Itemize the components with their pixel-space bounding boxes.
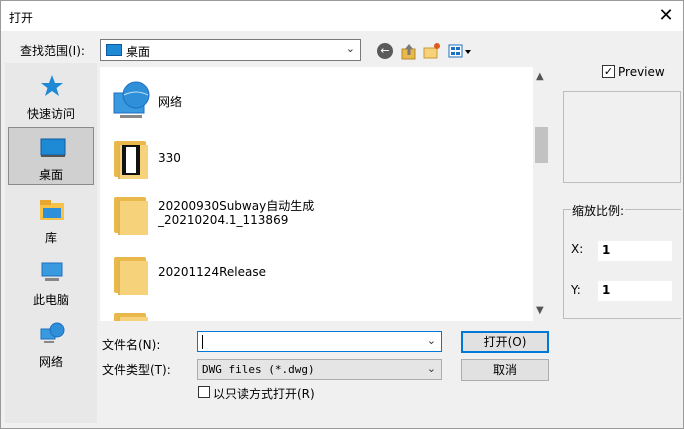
zoom-x-value: 1 — [598, 241, 672, 261]
readonly-checkbox[interactable] — [198, 386, 210, 398]
new-folder-icon — [423, 43, 440, 59]
preview-checkbox[interactable]: ✓ — [602, 65, 615, 78]
filename-input[interactable]: ⌄ — [197, 331, 442, 352]
place-label: 此电脑 — [32, 293, 69, 307]
network-globe-icon — [113, 81, 150, 118]
vertical-scrollbar[interactable]: ▲ ▼ — [533, 67, 550, 321]
star-icon — [41, 75, 63, 96]
place-network[interactable]: 网络 — [8, 315, 94, 373]
back-button[interactable]: ← — [375, 41, 395, 61]
filename-label: 文件名(N): — [102, 338, 161, 352]
list-item[interactable] — [106, 303, 526, 321]
file-list: 网络 330 20200930Subway自动生成 _20210204.1_11… — [100, 67, 550, 321]
look-in-value: 桌面 — [126, 45, 151, 59]
open-dialog: 打开 ✕ 查找范围(I): 桌面 ⌄ ← 快速访问 桌面 库 此电脑 网络 网络… — [0, 0, 684, 429]
network-icon — [40, 322, 65, 343]
scroll-thumb[interactable] — [535, 127, 548, 163]
file-name: 网络 — [158, 95, 183, 109]
list-item[interactable]: 网络 — [106, 75, 526, 127]
chevron-down-icon[interactable]: ⌄ — [427, 334, 436, 347]
list-item[interactable]: 20201124Release — [106, 247, 526, 299]
place-quick-access[interactable]: 快速访问 — [8, 67, 94, 125]
desktop-icon — [106, 44, 122, 56]
places-bar: 快速访问 桌面 库 此电脑 网络 — [5, 63, 97, 423]
text-caret — [202, 335, 203, 349]
computer-icon — [41, 262, 63, 281]
place-desktop[interactable]: 桌面 — [8, 127, 94, 185]
cancel-button[interactable]: 取消 — [461, 359, 549, 381]
library-icon — [40, 200, 64, 220]
scroll-up-icon[interactable]: ▲ — [536, 71, 544, 82]
place-library[interactable]: 库 — [8, 191, 94, 249]
folder-icon — [112, 251, 150, 295]
up-folder-icon — [401, 44, 416, 60]
look-in-combo[interactable]: 桌面 ⌄ — [100, 39, 361, 61]
file-name: 330 — [158, 151, 181, 165]
filetype-value: DWG files (*.dwg) — [202, 363, 315, 376]
preview-label: Preview — [618, 65, 665, 79]
folder-icon — [112, 191, 150, 235]
folder-icon — [112, 307, 150, 321]
desktop-icon — [40, 138, 66, 157]
views-icon — [448, 44, 471, 58]
zoom-x-label: X: — [571, 242, 584, 256]
up-folder-button[interactable] — [399, 41, 419, 61]
window-title: 打开 — [9, 11, 34, 25]
filetype-select[interactable]: DWG files (*.dwg) ⌄ — [197, 359, 442, 380]
file-name-line1: 20200930Subway自动生成 — [158, 199, 315, 213]
look-in-label: 查找范围(I): — [20, 44, 85, 58]
zoom-group — [563, 209, 681, 319]
close-button[interactable]: ✕ — [649, 1, 683, 31]
file-name-line2: _20210204.1_113869 — [158, 213, 289, 227]
open-button[interactable]: 打开(O) — [461, 331, 549, 353]
chevron-down-icon: ⌄ — [345, 42, 355, 55]
filetype-label: 文件类型(T): — [102, 363, 171, 377]
file-name: 20201124Release — [158, 265, 266, 279]
zoom-y-value: 1 — [598, 281, 672, 301]
new-folder-button[interactable] — [422, 41, 442, 61]
list-item[interactable]: 330 — [106, 131, 526, 183]
folder-icon — [112, 135, 150, 179]
place-label: 快速访问 — [26, 107, 75, 121]
scroll-down-icon[interactable]: ▼ — [536, 305, 544, 316]
place-this-pc[interactable]: 此电脑 — [8, 253, 94, 311]
chevron-down-icon: ⌄ — [426, 362, 436, 375]
readonly-label: 以只读方式打开(R) — [213, 387, 315, 401]
title-bar: 打开 ✕ — [1, 1, 683, 31]
zoom-label: 缩放比例: — [571, 202, 626, 219]
place-label: 库 — [44, 231, 57, 245]
views-menu-button[interactable] — [447, 41, 473, 61]
list-item[interactable]: 20200930Subway自动生成 _20210204.1_113869 — [106, 187, 526, 239]
place-label: 桌面 — [38, 168, 63, 182]
place-label: 网络 — [38, 355, 63, 369]
back-arrow-icon: ← — [377, 43, 393, 59]
zoom-y-label: Y: — [571, 283, 581, 297]
preview-pane — [563, 91, 681, 183]
